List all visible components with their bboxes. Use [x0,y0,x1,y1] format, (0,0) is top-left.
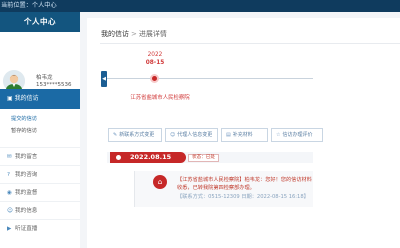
nav-item-label: 我的信访 [14,95,39,102]
timeline-track [107,78,313,79]
video-icon: ▶ [7,226,12,232]
contact-change-button[interactable]: ✎ 新联系方式变更 [108,128,162,142]
record-date-badge: 2022.08.15 [110,152,186,163]
user-icon: ☺ [7,208,13,214]
sidebar-title: 个人中心 [0,12,80,32]
button-label: 代理人信息变更 [177,132,213,138]
location-bar: 当前位置：个人中心 [0,0,400,12]
star-icon: ☆ [276,132,281,138]
breadcrumb-root[interactable]: 我的信访 [101,30,129,38]
message-text: 【江苏省盐城市人民检察院】柏韦龙：您好！您的信访材料收悉，已转我院第四检察部办理… [177,177,312,191]
record-dot-icon [116,155,121,160]
agent-change-button[interactable]: ☺ 代理人信息变更 [165,128,218,142]
timeline-prev-arrow[interactable]: ◀ [101,71,107,87]
edit-icon: ✎ [113,132,118,138]
record-date: 2022.08.15 [130,153,172,161]
nav-item-messages[interactable]: ✉ 我的留言 [0,147,80,165]
nav-item-label: 我的咨询 [15,172,38,178]
question-icon: ? [7,172,10,178]
user-name: 柏韦龙 [36,75,53,81]
location-text: 当前位置：个人中心 [1,2,57,9]
button-label: 补充材料 [232,132,253,138]
eye-icon: ◉ [7,190,12,196]
sidebar: 个人中心 柏韦龙 153****5536 ▣ 我的信访 提交的信访 暂存的信访 ✉… [0,12,80,248]
message-contact: 【联系方式：0515-12309 日期：2022-08-15 16:18】 [177,194,309,200]
breadcrumb-current: 进展详情 [138,30,167,38]
user-phone: 153****5536 [36,82,72,88]
message-icon: ✉ [7,154,12,160]
subnav-submitted[interactable]: 提交的信访 [11,115,37,122]
nav-item-supervision[interactable]: ◉ 我的监督 [0,183,80,201]
nav-item-consultation[interactable]: ? 我的咨询 [0,165,80,183]
nav-item-label: 听证直播 [15,226,38,232]
nav-item-profile[interactable]: ☺ 我的信息 [0,201,80,219]
button-label: 信访办理评价 [282,132,313,138]
nav-item-label: 我的留言 [15,154,38,160]
status-badge: 状态：已处 [188,154,219,162]
divider [100,43,400,44]
nav-item-my-petitions[interactable]: ▣ 我的信访 [0,89,80,109]
user-icon: ☺ [170,132,176,138]
button-label: 新联系方式变更 [119,132,155,138]
nav-item-label: 我的监督 [15,190,38,196]
evaluation-button[interactable]: ☆ 信访办理评价 [271,128,323,142]
document-icon: ▣ [7,95,13,102]
timeline-year: 2022 [147,52,163,58]
subnav-drafts[interactable]: 暂存的信访 [11,127,37,134]
timeline-date: 08-15 [145,60,165,66]
nav-item-label: 我的信息 [15,208,38,214]
file-icon: ▤ [226,132,231,138]
breadcrumb-separator: > [131,30,137,38]
timeline-org: 江苏省盐城市人民检察院 [130,95,190,101]
breadcrumb: 我的信访 > 进展详情 [101,29,167,39]
nav-item-hearing-live[interactable]: ▶ 听证直播 [0,219,80,237]
supplement-materials-button[interactable]: ▤ 补充材料 [221,128,268,142]
timeline-node[interactable] [150,74,159,83]
courthouse-icon: ⌂ [153,175,167,189]
